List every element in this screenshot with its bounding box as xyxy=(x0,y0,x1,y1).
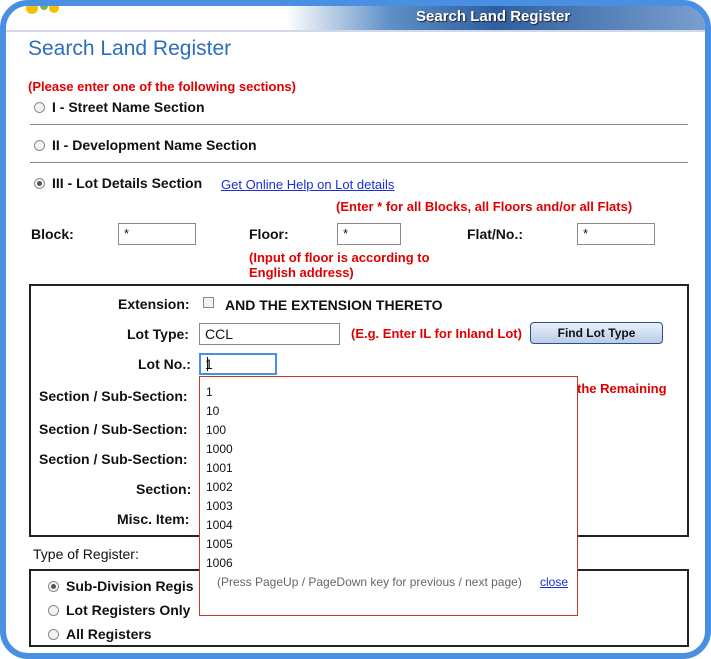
header-divider xyxy=(6,30,705,32)
lot-no-input[interactable]: 1 xyxy=(199,353,277,375)
autocomplete-hint: (Press PageUp / PageDown key for previou… xyxy=(217,575,522,589)
autocomplete-option[interactable]: 1001 xyxy=(206,461,233,475)
help-link-lot-details[interactable]: Get Online Help on Lot details xyxy=(221,177,394,192)
misc-item-label: Misc. Item: xyxy=(117,511,190,527)
section-street-name[interactable]: I - Street Name Section xyxy=(34,99,205,115)
floor-note-line1: (Input of floor is according to xyxy=(249,250,430,265)
register-option-subdivision[interactable]: Sub-Division Regis xyxy=(48,578,194,594)
extension-label: Extension: xyxy=(118,296,190,312)
block-label: Block: xyxy=(31,226,74,242)
divider-1 xyxy=(30,124,688,125)
block-input[interactable]: * xyxy=(118,223,196,245)
autocomplete-option[interactable]: 100 xyxy=(206,423,226,437)
register-option-lot-only[interactable]: Lot Registers Only xyxy=(48,602,190,618)
autocomplete-option[interactable]: 10 xyxy=(206,404,219,418)
register-option-all[interactable]: All Registers xyxy=(48,626,152,642)
register-subdivision-label: Sub-Division Regis xyxy=(66,578,194,594)
radio-all-registers[interactable] xyxy=(48,629,59,640)
autocomplete-option[interactable]: 1005 xyxy=(206,537,233,551)
radio-development-name[interactable] xyxy=(34,140,45,151)
register-all-label: All Registers xyxy=(66,626,152,642)
radio-lot-details[interactable] xyxy=(34,178,45,189)
autocomplete-option[interactable]: 1002 xyxy=(206,480,233,494)
window-frame: Search Land Register Search Land Registe… xyxy=(0,0,711,659)
find-lot-type-button[interactable]: Find Lot Type xyxy=(530,322,663,344)
floor-input[interactable]: * xyxy=(337,223,401,245)
lot-type-hint: (E.g. Enter IL for Inland Lot) xyxy=(351,326,522,341)
radio-street-name[interactable] xyxy=(34,102,45,113)
lot-type-label: Lot Type: xyxy=(127,326,189,342)
section-sub-label-2: Section / Sub-Section: xyxy=(39,421,188,437)
section-development-name[interactable]: II - Development Name Section xyxy=(34,137,257,153)
text-caret xyxy=(207,357,208,371)
autocomplete-option[interactable]: 1004 xyxy=(206,518,233,532)
header-banner: Search Land Register xyxy=(6,6,705,32)
register-lot-only-label: Lot Registers Only xyxy=(66,602,191,618)
page-title: Search Land Register xyxy=(28,37,232,60)
extension-checkbox[interactable] xyxy=(203,297,214,308)
logo-icon xyxy=(26,6,59,14)
flat-label: Flat/No.: xyxy=(467,226,523,242)
autocomplete-option[interactable]: 1003 xyxy=(206,499,233,513)
autocomplete-option[interactable]: 1 xyxy=(206,385,213,399)
section-sub-label-1: Section / Sub-Section: xyxy=(39,388,188,404)
section-lot-label: III - Lot Details Section xyxy=(52,175,203,191)
section-street-label: I - Street Name Section xyxy=(52,99,205,115)
wildcard-note: (Enter * for all Blocks, all Floors and/… xyxy=(336,199,633,214)
section-label: Section: xyxy=(136,481,192,497)
section-lot-details[interactable]: III - Lot Details Section xyxy=(34,175,202,191)
lot-type-input[interactable]: CCL xyxy=(199,323,340,345)
lot-no-autocomplete: 1 10 100 1000 1001 1002 1003 1004 1005 1… xyxy=(199,376,578,616)
register-type-label: Type of Register: xyxy=(33,546,139,562)
section-sub-label-3: Section / Sub-Section: xyxy=(39,451,188,467)
instructions-text: (Please enter one of the following secti… xyxy=(28,79,296,94)
autocomplete-option[interactable]: 1000 xyxy=(206,442,233,456)
floor-note-line2: English address) xyxy=(249,265,354,280)
remaining-text: the Remaining xyxy=(577,381,667,396)
autocomplete-option[interactable]: 1006 xyxy=(206,556,233,570)
divider-2 xyxy=(30,162,688,163)
radio-lot-only[interactable] xyxy=(48,605,59,616)
flat-input[interactable]: * xyxy=(577,223,655,245)
extension-text: AND THE EXTENSION THERETO xyxy=(225,297,443,313)
floor-label: Floor: xyxy=(249,226,289,242)
autocomplete-close-link[interactable]: close xyxy=(540,575,568,589)
lot-no-label: Lot No.: xyxy=(138,356,191,372)
radio-subdivision[interactable] xyxy=(48,581,59,592)
banner-title: Search Land Register xyxy=(416,8,571,25)
section-development-label: II - Development Name Section xyxy=(52,137,257,153)
